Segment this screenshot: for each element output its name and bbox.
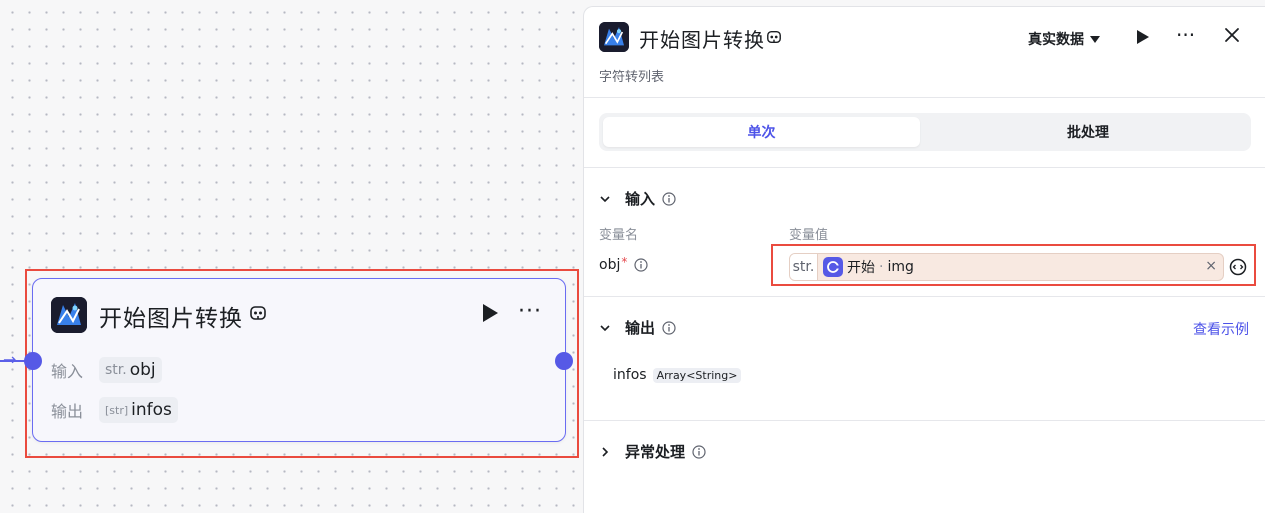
play-icon[interactable] [1136,29,1150,45]
app-logo-icon [51,297,87,333]
divider [584,167,1265,168]
tab-batch[interactable]: 批处理 [929,117,1247,147]
edge-arrow-icon: → [3,350,17,369]
input-section-title: 输入 [625,190,656,208]
variable-reference-input[interactable]: str. 开始 · img × [789,253,1224,281]
app-logo-icon [599,22,629,52]
node-input-chip: str. obj [99,357,162,383]
tab-single[interactable]: 单次 [603,117,920,147]
exception-section-header[interactable]: 异常处理 [599,441,706,462]
input-var-name: obj * [599,255,648,273]
close-icon[interactable] [1224,27,1240,43]
start-node-icon [823,257,843,277]
info-icon[interactable] [662,320,676,335]
chevron-down-icon [1090,35,1100,43]
chevron-right-icon [602,446,609,457]
chevron-down-icon [600,195,610,202]
column-var-value: 变量值 [789,228,829,243]
panel-title[interactable]: 开始图片转换 [639,24,765,53]
mcp-icon [767,30,781,44]
output-section-title: 输出 [625,319,656,337]
node-output-chip: [str] infos [99,397,178,423]
node-output-type: [str] [105,403,129,417]
node-input-label: 输入 [51,362,84,381]
input-section-header[interactable]: 输入 [599,188,676,209]
required-mark: * [621,255,628,269]
divider [584,97,1265,98]
mcp-icon [250,306,266,320]
node-output-row: 输出 [str] infos [51,397,178,423]
node-input-type: str. [105,362,127,378]
clear-icon[interactable]: × [1205,258,1217,274]
workflow-node[interactable]: 开始图片转换 ··· 输入 str. obj 输出 [str] infos [32,278,566,442]
info-icon[interactable] [662,191,676,206]
ref-picker-icon[interactable] [1229,258,1247,276]
info-icon[interactable] [634,258,648,272]
input-var-label: obj [599,257,621,273]
node-output-name: infos [131,400,172,420]
ref-node-name: 开始 [847,260,875,276]
node-input-name: obj [129,360,156,380]
output-port[interactable] [555,352,573,370]
panel-description[interactable]: 字符转列表 [599,66,664,85]
output-var-name: infos [613,367,647,383]
node-title: 开始图片转换 [99,306,243,332]
value-type-label: str. [790,254,818,280]
node-output-label: 输出 [51,402,84,421]
divider [584,420,1265,421]
divider [584,296,1265,297]
output-section-header[interactable]: 输出 [599,317,676,338]
more-icon[interactable]: ··· [1176,23,1195,47]
output-var-type: Array<String> [652,367,742,383]
exception-section-title: 异常处理 [625,443,686,461]
ref-var-name: img [887,259,914,275]
view-example-link[interactable]: 查看示例 [1193,319,1249,339]
data-source-label: 真实数据 [1028,32,1084,48]
chevron-down-icon [600,324,610,331]
node-input-row: 输入 str. obj [51,357,162,383]
info-icon[interactable] [692,444,706,459]
play-icon[interactable] [481,303,499,323]
node-config-panel: 开始图片转换 真实数据 ··· 字符转列表 单次 批处理 输入 变量名 变量值 [583,6,1265,513]
column-var-name: 变量名 [599,228,639,243]
run-mode-tabs: 单次 批处理 [599,113,1251,151]
ref-separator: · [879,259,884,275]
data-source-select[interactable]: 真实数据 [1028,29,1100,49]
output-var-row: infos Array<String> [613,367,742,383]
input-port[interactable] [24,352,42,370]
more-icon[interactable]: ··· [518,299,542,324]
